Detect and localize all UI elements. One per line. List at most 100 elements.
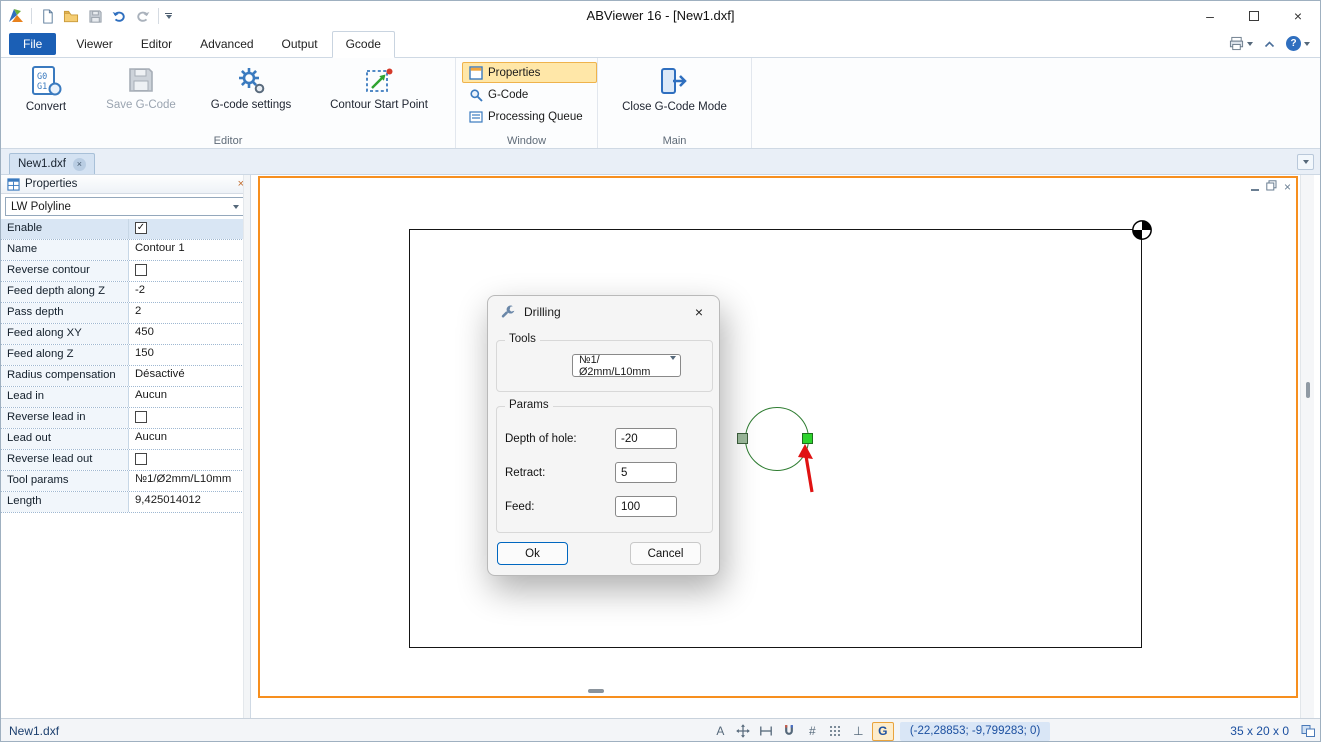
property-value[interactable]: 150 xyxy=(129,345,244,365)
horizontal-scrollbar-thumb[interactable] xyxy=(588,689,604,693)
property-value[interactable]: 2 xyxy=(129,303,244,323)
chevron-down-icon[interactable] xyxy=(228,199,243,214)
ok-button[interactable]: Ok xyxy=(497,542,568,565)
property-value[interactable]: Aucun xyxy=(129,387,244,407)
vertical-scrollbar[interactable] xyxy=(1300,175,1314,718)
property-value[interactable]: 450 xyxy=(129,324,244,344)
open-file-icon[interactable] xyxy=(62,7,80,25)
close-button[interactable]: × xyxy=(1276,1,1320,31)
panels-icon[interactable] xyxy=(1301,724,1321,738)
print-dropdown-icon[interactable] xyxy=(1247,42,1253,46)
cancel-button[interactable]: Cancel xyxy=(630,542,701,565)
property-value[interactable]: 9,425014012 xyxy=(129,492,244,512)
tab-advanced[interactable]: Advanced xyxy=(186,31,267,58)
panel-scrollbar[interactable] xyxy=(243,175,250,718)
property-label: Tool params xyxy=(1,471,129,491)
contour-handle-right[interactable] xyxy=(802,433,813,444)
save-icon[interactable] xyxy=(86,7,104,25)
group-label-main: Main xyxy=(598,135,751,147)
origin-marker-icon xyxy=(1131,219,1153,244)
measure-icon[interactable] xyxy=(757,722,776,740)
property-value[interactable]: Contour 1 xyxy=(129,240,244,260)
properties-panel-title: Properties xyxy=(25,178,77,190)
chevron-down-icon[interactable] xyxy=(670,360,676,372)
window-gcode-item[interactable]: G-Code xyxy=(462,84,597,105)
tab-editor[interactable]: Editor xyxy=(127,31,186,58)
redo-icon[interactable] xyxy=(134,7,152,25)
ribbon-group-editor: G0 G1 Convert Save G-Code xyxy=(1,58,456,148)
property-value[interactable]: -2 xyxy=(129,282,244,302)
separator xyxy=(31,8,32,24)
mdi-close-icon[interactable]: × xyxy=(1284,182,1291,193)
vertical-scrollbar-thumb[interactable] xyxy=(1306,382,1310,398)
mdi-minimize-icon[interactable] xyxy=(1251,189,1259,191)
text-style-icon[interactable]: A xyxy=(711,722,730,740)
move-icon[interactable] xyxy=(734,722,753,740)
minimize-button[interactable]: – xyxy=(1188,1,1232,31)
contour-handle-left[interactable] xyxy=(737,433,748,444)
help-button[interactable]: ? xyxy=(1286,36,1310,51)
property-value[interactable] xyxy=(129,261,244,281)
property-value[interactable] xyxy=(129,408,244,428)
property-row: Lead out Aucun xyxy=(1,429,244,450)
tab-file[interactable]: File xyxy=(9,33,56,55)
entity-type-select[interactable]: LW Polyline xyxy=(5,197,246,216)
checkbox-unchecked[interactable] xyxy=(135,453,147,465)
properties-panel: Properties × LW Polyline Enable ✓ Name C… xyxy=(1,175,251,718)
params-group-label: Params xyxy=(505,399,553,411)
property-row: Feed along Z 150 xyxy=(1,345,244,366)
property-label: Length xyxy=(1,492,129,512)
document-tab-new1[interactable]: New1.dxf × xyxy=(9,153,95,174)
magnet-snap-icon[interactable] xyxy=(780,722,799,740)
dialog-close-icon[interactable]: × xyxy=(679,296,719,328)
collapse-ribbon-button[interactable] xyxy=(1264,37,1275,51)
status-bar: New1.dxf A # ⊥ G (-22,28853; -9,799283; … xyxy=(1,718,1321,742)
property-value[interactable]: Aucun xyxy=(129,429,244,449)
grid-icon[interactable]: # xyxy=(803,722,822,740)
tab-viewer[interactable]: Viewer xyxy=(62,31,126,58)
help-dropdown-icon[interactable] xyxy=(1304,42,1310,46)
checkbox-unchecked[interactable] xyxy=(135,411,147,423)
canvas-area: × xyxy=(251,175,1321,718)
checkbox-checked[interactable]: ✓ xyxy=(135,222,147,234)
property-value[interactable]: №1/Ø2mm/L10mm xyxy=(129,471,244,491)
property-label: Radius compensation xyxy=(1,366,129,386)
property-value[interactable]: ✓ xyxy=(129,219,244,239)
group-label-window: Window xyxy=(456,135,597,147)
ribbon-gcode: G0 G1 Convert Save G-Code xyxy=(1,58,1320,149)
ribbon-tab-row: File Viewer Editor Advanced Output Gcode… xyxy=(1,31,1320,58)
tab-gcode[interactable]: Gcode xyxy=(332,31,395,58)
checkbox-unchecked[interactable] xyxy=(135,264,147,276)
snap-points-icon[interactable] xyxy=(826,722,845,740)
tab-close-icon[interactable]: × xyxy=(73,158,86,171)
tab-output[interactable]: Output xyxy=(268,31,332,58)
customize-toolbar-icon[interactable] xyxy=(165,13,172,20)
drilling-dialog: Drilling × Tools №1/Ø2mm/L10mm Params De… xyxy=(487,295,720,576)
print-button[interactable] xyxy=(1229,36,1253,51)
tool-select[interactable]: №1/Ø2mm/L10mm xyxy=(572,354,681,377)
abviewer-window: ABViewer 16 - [New1.dxf] – × File Viewer… xyxy=(0,0,1321,742)
mdi-restore-icon[interactable] xyxy=(1266,180,1277,194)
ortho-icon[interactable]: ⊥ xyxy=(849,722,868,740)
group-label-editor: Editor xyxy=(1,135,455,147)
new-document-icon[interactable] xyxy=(38,7,56,25)
depth-of-hole-field[interactable] xyxy=(615,428,677,449)
window-properties-item[interactable]: Properties xyxy=(462,62,597,83)
property-label: Feed along XY xyxy=(1,324,129,344)
gcode-coords-toggle[interactable]: G xyxy=(872,722,894,741)
maximize-button[interactable] xyxy=(1232,1,1276,31)
retract-field[interactable] xyxy=(615,462,677,483)
processing-queue-item[interactable]: Processing Queue xyxy=(462,106,597,127)
properties-panel-icon xyxy=(7,178,20,191)
undo-icon[interactable] xyxy=(110,7,128,25)
feed-field[interactable] xyxy=(615,496,677,517)
drawing-viewport[interactable]: × xyxy=(258,176,1298,698)
property-label: Reverse contour xyxy=(1,261,129,281)
tab-list-dropdown-button[interactable] xyxy=(1297,154,1314,170)
property-row: Enable ✓ xyxy=(1,219,244,240)
property-label: Enable xyxy=(1,219,129,239)
property-value[interactable]: Désactivé xyxy=(129,366,244,386)
direction-arrow-icon xyxy=(798,444,820,499)
property-value[interactable] xyxy=(129,450,244,470)
properties-icon xyxy=(469,66,483,80)
